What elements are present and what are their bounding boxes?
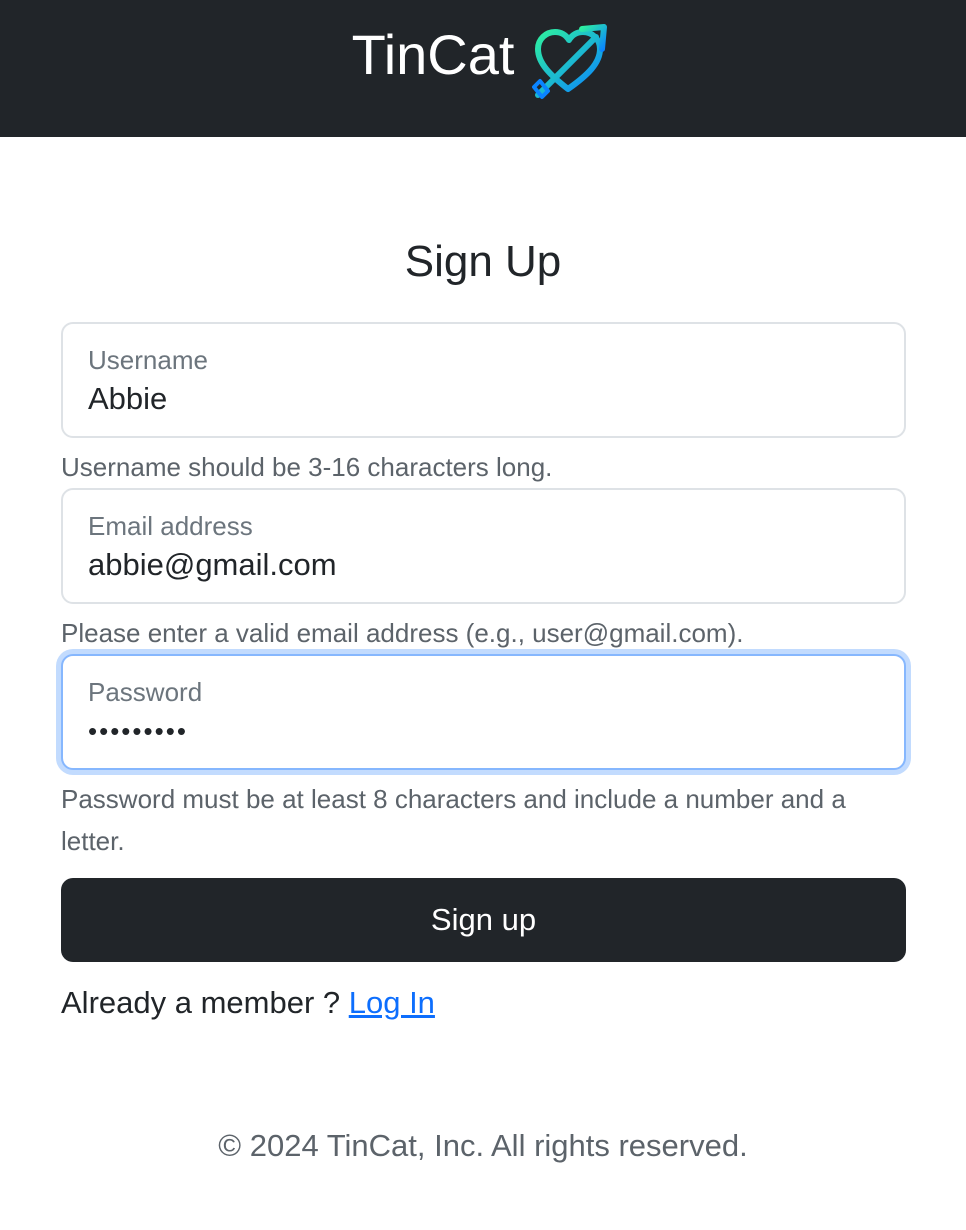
heart-arrow-icon: [532, 24, 608, 99]
password-field[interactable]: Password: [61, 654, 906, 770]
email-field[interactable]: Email address: [61, 488, 906, 604]
email-help: Please enter a valid email address (e.g.…: [61, 618, 744, 648]
brand-name: TinCat: [351, 23, 515, 86]
username-help: Username should be 3-16 characters long.: [61, 452, 553, 482]
sign-up-button[interactable]: Sign up: [61, 878, 906, 962]
password-input[interactable]: [88, 710, 878, 752]
page-title: Sign Up: [404, 237, 562, 286]
password-help: Password must be at least 8 characters a…: [61, 784, 846, 856]
username-field[interactable]: Username: [61, 322, 906, 438]
username-input[interactable]: [88, 378, 878, 420]
navbar: TinCat: [0, 0, 966, 137]
brand-link[interactable]: TinCat: [0, 0, 966, 110]
footer: © 2024 TinCat, Inc. All rights reserved.: [0, 1124, 966, 1168]
copyright-text: © 2024 TinCat, Inc. All rights reserved.: [218, 1128, 748, 1163]
email-input[interactable]: [88, 544, 878, 586]
email-label: Email address: [88, 511, 253, 541]
username-label: Username: [88, 345, 208, 375]
log-in-link[interactable]: Log In: [349, 985, 435, 1020]
member-prompt: Already a member ? Log In: [61, 982, 435, 1024]
member-text: Already a member ?: [61, 985, 349, 1020]
password-label: Password: [88, 677, 203, 707]
